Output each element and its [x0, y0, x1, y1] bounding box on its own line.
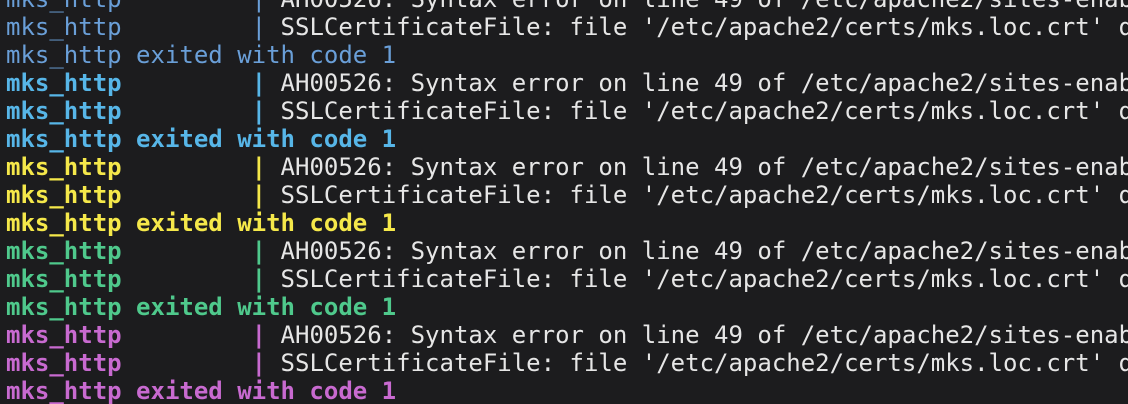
- separator: |: [251, 97, 281, 125]
- separator: |: [251, 181, 281, 209]
- service-name: mks_http: [6, 349, 122, 377]
- padding: [122, 237, 252, 265]
- service-name: mks_http: [6, 13, 122, 41]
- padding: [122, 181, 252, 209]
- separator: |: [251, 349, 281, 377]
- service-name: mks_http: [6, 0, 122, 13]
- log-message: AH00526: Syntax error on line 49 of /etc…: [280, 237, 1128, 265]
- log-line: mks_http | AH00526: Syntax error on line…: [6, 0, 1128, 13]
- log-line: mks_http | SSLCertificateFile: file '/et…: [6, 265, 1128, 293]
- terminal-output[interactable]: mks_http | AH00526: Syntax error on line…: [0, 0, 1128, 404]
- service-name: mks_http: [6, 69, 122, 97]
- exit-message: mks_http exited with code 1: [6, 125, 397, 153]
- log-line: mks_http | SSLCertificateFile: file '/et…: [6, 13, 1128, 41]
- log-line: mks_http | AH00526: Syntax error on line…: [6, 321, 1128, 349]
- log-line: mks_http | SSLCertificateFile: file '/et…: [6, 181, 1128, 209]
- exit-line: mks_http exited with code 1: [6, 41, 1128, 69]
- padding: [122, 69, 252, 97]
- log-message: AH00526: Syntax error on line 49 of /etc…: [280, 153, 1128, 181]
- padding: [122, 97, 252, 125]
- log-message: AH00526: Syntax error on line 49 of /etc…: [280, 321, 1128, 349]
- service-name: mks_http: [6, 237, 122, 265]
- separator: |: [251, 321, 281, 349]
- padding: [122, 349, 252, 377]
- separator: |: [252, 0, 281, 13]
- separator: |: [251, 13, 281, 41]
- separator: |: [251, 153, 281, 181]
- separator: |: [251, 237, 281, 265]
- log-line: mks_http | SSLCertificateFile: file '/et…: [6, 349, 1128, 377]
- log-line: mks_http | AH00526: Syntax error on line…: [6, 237, 1128, 265]
- padding: [122, 265, 252, 293]
- log-message: SSLCertificateFile: file '/etc/apache2/c…: [280, 349, 1128, 377]
- exit-message: mks_http exited with code 1: [6, 41, 397, 69]
- service-name: mks_http: [6, 265, 122, 293]
- log-message: SSLCertificateFile: file '/etc/apache2/c…: [280, 181, 1128, 209]
- terminal-lines: mks_http | AH00526: Syntax error on line…: [6, 0, 1128, 404]
- log-line: mks_http | AH00526: Syntax error on line…: [6, 69, 1128, 97]
- exit-line: mks_http exited with code 1: [6, 125, 1128, 153]
- log-message: AH00526: Syntax error on line 49 of /etc…: [281, 0, 1128, 13]
- exit-line: mks_http exited with code 1: [6, 293, 1128, 321]
- exit-message: mks_http exited with code 1: [6, 293, 397, 321]
- exit-line: mks_http exited with code 1: [6, 377, 1128, 404]
- service-name: mks_http: [6, 181, 122, 209]
- log-message: SSLCertificateFile: file '/etc/apache2/c…: [280, 97, 1128, 125]
- separator: |: [251, 265, 281, 293]
- padding: [122, 153, 252, 181]
- padding: [122, 13, 252, 41]
- separator: |: [251, 69, 281, 97]
- log-line: mks_http | SSLCertificateFile: file '/et…: [6, 97, 1128, 125]
- log-line: mks_http | AH00526: Syntax error on line…: [6, 153, 1128, 181]
- exit-message: mks_http exited with code 1: [6, 377, 397, 404]
- log-message: AH00526: Syntax error on line 49 of /etc…: [280, 69, 1128, 97]
- service-name: mks_http: [6, 153, 122, 181]
- exit-line: mks_http exited with code 1: [6, 209, 1128, 237]
- service-name: mks_http: [6, 321, 122, 349]
- padding: [122, 321, 252, 349]
- log-message: SSLCertificateFile: file '/etc/apache2/c…: [280, 265, 1128, 293]
- service-name: mks_http: [6, 97, 122, 125]
- log-message: SSLCertificateFile: file '/etc/apache2/c…: [280, 13, 1128, 41]
- exit-message: mks_http exited with code 1: [6, 209, 397, 237]
- padding: [122, 0, 252, 13]
